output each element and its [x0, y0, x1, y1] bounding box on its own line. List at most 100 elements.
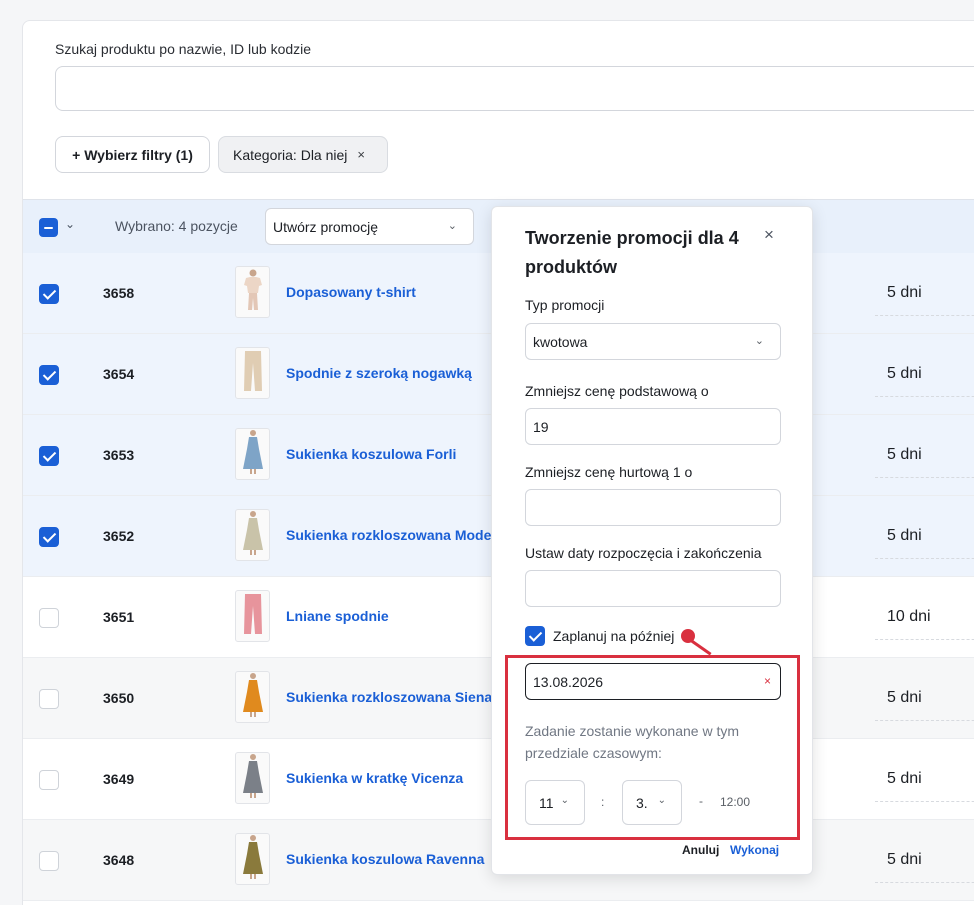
base-price-label: Zmniejsz cenę podstawową o: [525, 383, 709, 399]
row-checkbox[interactable]: [39, 689, 59, 709]
product-id: 3650: [103, 690, 135, 706]
chevron-down-icon[interactable]: ⌄: [65, 217, 75, 231]
date-range-label: Ustaw daty rozpoczęcia i zakończenia: [525, 545, 762, 561]
product-thumbnail: [235, 347, 270, 399]
product-thumbnail: [235, 428, 270, 480]
product-name-link[interactable]: Spodnie z szeroką nogawką: [286, 365, 472, 381]
time-separator: :: [601, 795, 605, 809]
delivery-time: 5 dni: [887, 851, 922, 868]
bulk-action-value: Utwórz promocję: [273, 218, 379, 235]
search-input[interactable]: [55, 66, 974, 111]
dress-icon: [241, 429, 265, 479]
product-name-link[interactable]: Lniane spodnie: [286, 608, 389, 624]
product-name-link[interactable]: Sukienka rozkloszowana Modena: [286, 527, 508, 543]
product-id: 3648: [103, 852, 135, 868]
delivery-time: 5 dni: [887, 770, 922, 787]
choose-filters-button[interactable]: + Wybierz filtry (1): [55, 136, 210, 173]
product-id: 3649: [103, 771, 135, 787]
close-icon[interactable]: ×: [357, 147, 365, 162]
product-name-link[interactable]: Sukienka koszulowa Forli: [286, 446, 456, 462]
delivery-time: 5 dni: [887, 284, 922, 301]
divider: [875, 801, 974, 802]
search-label: Szukaj produktu po nazwie, ID lub kodzie: [55, 41, 312, 57]
product-id: 3658: [103, 285, 135, 301]
row-checkbox[interactable]: [39, 770, 59, 790]
promotion-type-value: kwotowa: [533, 333, 588, 350]
delivery-time: 10 dni: [887, 608, 931, 625]
chevron-down-icon: ⌄: [754, 335, 764, 347]
divider: [875, 558, 974, 559]
row-checkbox[interactable]: [39, 527, 59, 547]
run-button[interactable]: Wykonaj: [730, 843, 779, 857]
divider: [875, 882, 974, 883]
schedule-later-checkbox[interactable]: [525, 626, 545, 646]
row-checkbox[interactable]: [39, 284, 59, 304]
product-thumbnail: [235, 509, 270, 561]
minute-value: 3.: [636, 794, 648, 811]
product-id: 3652: [103, 528, 135, 544]
divider: [875, 720, 974, 721]
dress-icon: [241, 672, 265, 722]
product-name-link[interactable]: Sukienka w kratkę Vicenza: [286, 770, 463, 786]
row-checkbox[interactable]: [39, 446, 59, 466]
product-id: 3651: [103, 609, 135, 625]
time-range-dash: -: [699, 794, 703, 808]
cancel-button[interactable]: Anuluj: [682, 843, 719, 857]
annotation-line: [690, 639, 712, 656]
trousers-icon: [242, 349, 264, 398]
product-thumbnail: [235, 266, 270, 318]
schedule-later-label: Zaplanuj na później: [553, 628, 675, 644]
divider: [875, 315, 974, 316]
popover-title: Tworzenie promocji dla 4 produktów: [525, 228, 739, 277]
product-name-link[interactable]: Dopasowany t-shirt: [286, 284, 416, 300]
divider: [93, 200, 94, 254]
close-icon[interactable]: ×: [764, 225, 774, 245]
chevron-down-icon: ⌄: [657, 795, 666, 806]
product-thumbnail: [235, 752, 270, 804]
product-id: 3654: [103, 366, 135, 382]
chevron-down-icon: ⌄: [447, 220, 457, 232]
tshirt-icon: [241, 268, 265, 317]
hour-select[interactable]: 11 ⌄: [525, 780, 585, 825]
delivery-time: 5 dni: [887, 527, 922, 544]
dress-icon: [241, 753, 265, 803]
filter-chip-label: Kategoria: Dla niej: [233, 146, 348, 163]
delivery-time: 5 dni: [887, 446, 922, 463]
product-thumbnail: [235, 671, 270, 723]
row-checkbox[interactable]: [39, 608, 59, 628]
product-name-link[interactable]: Sukienka rozkloszowana Siena: [286, 689, 492, 705]
divider: [875, 477, 974, 478]
wholesale-price-label: Zmniejsz cenę hurtową 1 o: [525, 464, 693, 480]
clear-icon[interactable]: ×: [764, 674, 771, 688]
hour-value: 11: [539, 794, 554, 811]
filter-chip-category[interactable]: Kategoria: Dla niej ×: [218, 136, 388, 173]
dress-icon: [241, 510, 265, 560]
divider: [875, 639, 974, 640]
product-name-link[interactable]: Sukienka koszulowa Ravenna: [286, 851, 484, 867]
product-id: 3653: [103, 447, 135, 463]
time-range-end: 12:00: [720, 795, 751, 809]
delivery-time: 5 dni: [887, 365, 922, 382]
schedule-date-input[interactable]: 13.08.2026 ×: [525, 663, 781, 700]
schedule-date-value: 13.08.2026: [533, 673, 604, 690]
trousers-icon: [242, 592, 264, 641]
row-checkbox[interactable]: [39, 851, 59, 871]
promotion-type-label: Typ promocji: [525, 297, 605, 313]
schedule-hint: Zadanie zostanie wykonane w tym przedzia…: [525, 723, 739, 761]
base-price-input[interactable]: [525, 408, 781, 445]
product-thumbnail: [235, 833, 270, 885]
minute-select[interactable]: 3. ⌄: [622, 780, 682, 825]
divider: [875, 396, 974, 397]
chevron-down-icon: ⌄: [560, 795, 569, 806]
promotion-type-select[interactable]: kwotowa ⌄: [525, 323, 781, 360]
create-promotion-popover: Tworzenie promocji dla 4 produktów × Typ…: [491, 206, 813, 875]
bulk-action-select[interactable]: Utwórz promocję ⌄: [265, 208, 474, 245]
product-thumbnail: [235, 590, 270, 642]
select-all-checkbox[interactable]: [39, 218, 58, 237]
wholesale-price-input[interactable]: [525, 489, 781, 526]
row-checkbox[interactable]: [39, 365, 59, 385]
delivery-time: 5 dni: [887, 689, 922, 706]
selected-count: Wybrano: 4 pozycje: [115, 218, 238, 234]
date-range-input[interactable]: [525, 570, 781, 607]
dress-icon: [241, 834, 265, 884]
